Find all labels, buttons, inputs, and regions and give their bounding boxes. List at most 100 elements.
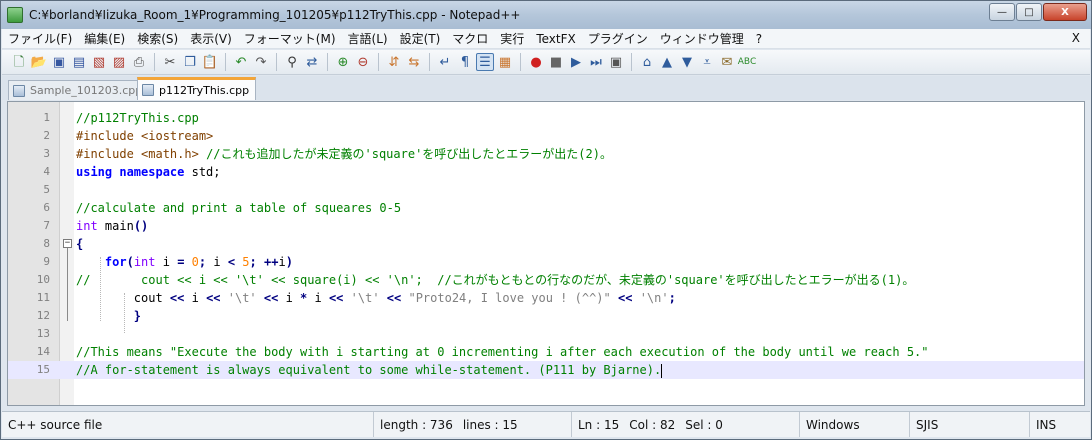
- find-icon[interactable]: ⚲: [283, 53, 301, 71]
- status-ln-text: Ln : 15: [578, 417, 620, 432]
- textfx-icon[interactable]: ⌂: [638, 53, 656, 71]
- save-icon[interactable]: ▣: [50, 53, 68, 71]
- menu-textfx[interactable]: TextFX: [530, 32, 581, 46]
- save-macro-icon[interactable]: ▣: [607, 53, 625, 71]
- save-all-icon[interactable]: ▤: [70, 53, 88, 71]
- code-text: int main(): [76, 219, 149, 233]
- status-length-text: length : 736: [380, 417, 453, 432]
- code-text: //calculate and print a table of squeare…: [76, 201, 402, 215]
- status-eol: Windows: [800, 412, 910, 437]
- new-file-icon[interactable]: 🗋: [10, 53, 28, 71]
- line-number: 2: [43, 129, 50, 142]
- play-macro-icon[interactable]: ▶: [567, 53, 585, 71]
- toolbar-separator: [520, 53, 521, 71]
- tab-label: Sample_101203.cpp: [30, 84, 143, 97]
- menu-edit[interactable]: 編集(E): [78, 30, 131, 47]
- code-line[interactable]: 14 //This means "Execute the body with i…: [8, 343, 1084, 361]
- toolbar-separator: [154, 53, 155, 71]
- menu-search[interactable]: 検索(S): [131, 30, 184, 47]
- mail-icon[interactable]: ✉: [718, 53, 736, 71]
- code-line[interactable]: 11 cout << i << '\t' << i * i << '\t' <<…: [8, 289, 1084, 307]
- menu-file[interactable]: ファイル(F): [2, 30, 78, 47]
- line-number: 11: [36, 291, 50, 304]
- code-line[interactable]: 1 //p112TryThis.cpp: [8, 109, 1084, 127]
- copy-icon[interactable]: ❐: [181, 53, 199, 71]
- status-bar: C++ source file length : 736 lines : 15 …: [2, 411, 1090, 437]
- close-window-button[interactable]: X: [1043, 3, 1087, 21]
- close-all-icon[interactable]: ▨: [110, 53, 128, 71]
- status-encoding: SJIS: [910, 412, 1030, 437]
- status-mode-text: INS: [1036, 417, 1057, 432]
- show-all-chars-icon[interactable]: ¶: [456, 53, 474, 71]
- open-file-icon[interactable]: 📂: [30, 53, 48, 71]
- indent-guide-icon[interactable]: ☰: [476, 53, 494, 71]
- stop-macro-icon[interactable]: ■: [547, 53, 565, 71]
- minimize-button[interactable]: —: [989, 3, 1015, 21]
- menu-format[interactable]: フォーマット(M): [238, 30, 342, 47]
- line-number: 15: [36, 363, 50, 376]
- status-length-lines: length : 736 lines : 15: [374, 412, 572, 437]
- menu-macro[interactable]: マクロ: [446, 30, 494, 47]
- menu-window[interactable]: ウィンドウ管理: [654, 30, 750, 47]
- status-col-text: Col : 82: [629, 417, 676, 432]
- close-document-button[interactable]: X: [1072, 31, 1080, 45]
- code-line[interactable]: 3 #include <math.h> //これも追加したが未定義の'squar…: [8, 145, 1084, 163]
- code-line[interactable]: 9 for(int i = 0; i < 5; ++i): [8, 253, 1084, 271]
- run-macro-multiple-icon[interactable]: ⏭: [587, 53, 605, 71]
- word-wrap-icon[interactable]: ↵: [436, 53, 454, 71]
- up-icon[interactable]: ▲: [658, 53, 676, 71]
- zoom-out-icon[interactable]: ⊖: [354, 53, 372, 71]
- redo-icon[interactable]: ↷: [252, 53, 270, 71]
- fold-toggle[interactable]: −: [63, 239, 72, 248]
- tab-p112trythis[interactable]: p112TryThis.cpp: [137, 77, 257, 100]
- menu-view[interactable]: 表示(V): [184, 30, 238, 47]
- code-editor[interactable]: 1 //p112TryThis.cpp 2 #include <iostream…: [7, 101, 1085, 406]
- code-line[interactable]: 4 using namespace std;: [8, 163, 1084, 181]
- code-lines: 1 //p112TryThis.cpp 2 #include <iostream…: [8, 109, 1084, 379]
- line-number: 8: [43, 237, 50, 250]
- code-line[interactable]: 7 int main(): [8, 217, 1084, 235]
- status-sel-text: Sel : 0: [685, 417, 723, 432]
- line-number: 6: [43, 201, 50, 214]
- arrow-down-icon[interactable]: ⩡: [698, 53, 716, 71]
- maximize-button[interactable]: □: [1016, 3, 1042, 21]
- code-line[interactable]: 2 #include <iostream>: [8, 127, 1084, 145]
- close-icon[interactable]: ▧: [90, 53, 108, 71]
- cut-icon[interactable]: ✂: [161, 53, 179, 71]
- status-mode: INS: [1030, 412, 1090, 437]
- record-macro-icon[interactable]: ●: [527, 53, 545, 71]
- menu-run[interactable]: 実行: [494, 30, 530, 47]
- code-text: #include <math.h> //これも追加したが未定義の'square'…: [76, 147, 612, 161]
- paste-icon[interactable]: 📋: [201, 53, 219, 71]
- window-controls: — □ X: [989, 3, 1087, 21]
- code-line[interactable]: 5: [8, 181, 1084, 199]
- menu-plugins[interactable]: プラグイン: [582, 30, 654, 47]
- code-line[interactable]: 8 − {: [8, 235, 1084, 253]
- code-text: //p112TryThis.cpp: [76, 111, 199, 125]
- menu-help[interactable]: ?: [750, 32, 768, 46]
- line-number: 3: [43, 147, 50, 160]
- code-line[interactable]: 12 }: [8, 307, 1084, 325]
- zoom-in-icon[interactable]: ⊕: [334, 53, 352, 71]
- spellcheck-icon[interactable]: ABC: [738, 53, 756, 71]
- sync-horizontal-icon[interactable]: ⇆: [405, 53, 423, 71]
- code-line[interactable]: 10 // cout << i << '\t' << square(i) << …: [8, 271, 1084, 289]
- toolbar-separator: [276, 53, 277, 71]
- line-number: 9: [43, 255, 50, 268]
- undo-icon[interactable]: ↶: [232, 53, 250, 71]
- menu-settings[interactable]: 設定(T): [394, 30, 447, 47]
- code-line-current[interactable]: 15 //A for-statement is always equivalen…: [8, 361, 1084, 379]
- file-icon: [142, 84, 154, 96]
- title-bar[interactable]: C:¥borland¥Iizuka_Room_1¥Programming_101…: [1, 1, 1091, 29]
- down-icon[interactable]: ▼: [678, 53, 696, 71]
- code-line[interactable]: 13: [8, 325, 1084, 343]
- menu-language[interactable]: 言語(L): [342, 30, 394, 47]
- tab-sample-101203[interactable]: Sample_101203.cpp: [8, 80, 150, 100]
- status-language: C++ source file: [2, 412, 374, 437]
- replace-icon[interactable]: ⇄: [303, 53, 321, 71]
- sync-vertical-icon[interactable]: ⇵: [385, 53, 403, 71]
- code-text: //A for-statement is always equivalent t…: [76, 363, 663, 378]
- code-line[interactable]: 6 //calculate and print a table of squea…: [8, 199, 1084, 217]
- print-icon[interactable]: ⎙: [130, 53, 148, 71]
- user-lang-icon[interactable]: ▦: [496, 53, 514, 71]
